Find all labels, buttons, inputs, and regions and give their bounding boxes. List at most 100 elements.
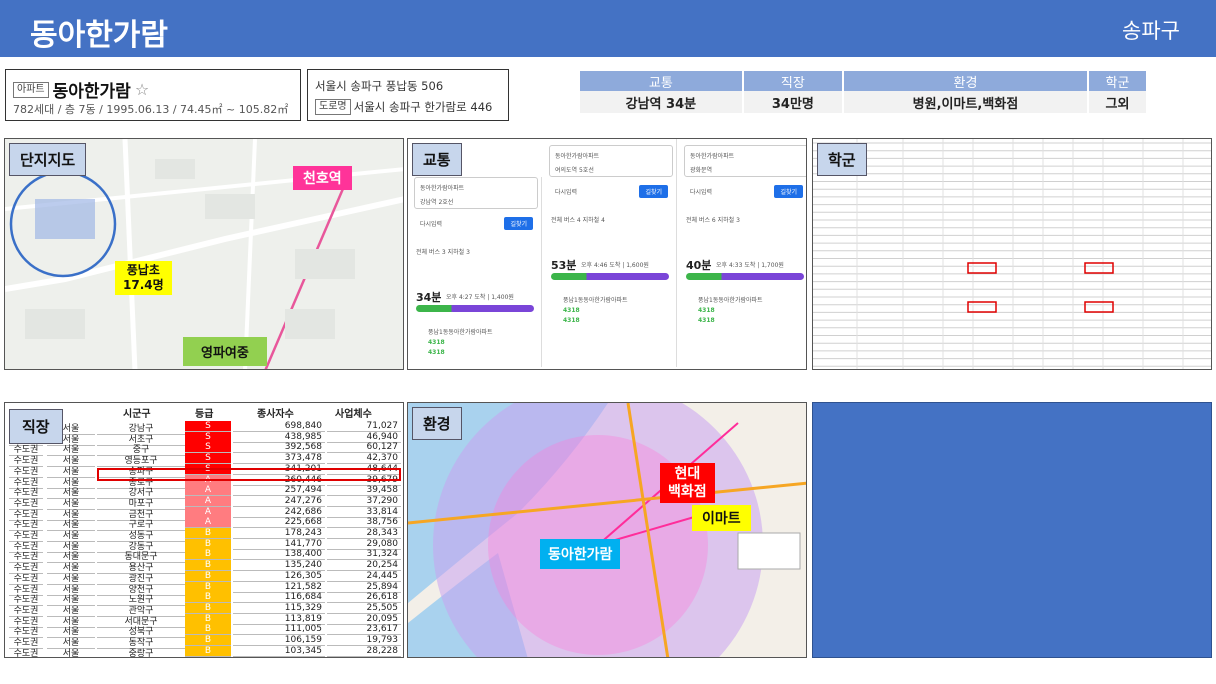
route-card[interactable]: 동아한가람아파트강남역 2호선다시입력 길찾기전체 버스 3 지하철 3 34분 오후… [410,177,542,367]
dept-store-label: 현대 백화점 [660,463,715,503]
blank-panel [812,402,1212,658]
route-to[interactable]: 강남역 2호선 [420,197,453,206]
col-header: 시군구 [123,409,151,420]
search-button[interactable]: 길찾기 [774,185,803,198]
route-time: 34분 [416,291,442,304]
table-cell: 392,568 [233,442,325,454]
complex-map-label: 동아한가람 [540,539,621,569]
complex-name: 동아한가람 [52,82,131,102]
table-row: 수도권 서울 서대문구 B 113,819 20,095 [5,613,403,628]
table-row: 수도권 서울 용산구 B 135,240 20,254 [5,560,403,575]
table-cell: S [185,431,231,443]
route-from[interactable]: 동아한가람아파트 [420,183,464,192]
page-title: 동아한가람 [30,18,168,53]
road-tag: 도로명 [315,99,351,115]
table-row: 수도권 서울 구로구 A 225,668 38,756 [5,517,403,532]
route-to[interactable]: 광화문역 [690,165,712,174]
star-icon[interactable]: ☆ [135,80,149,99]
route-stop: 풍납1동동아한가람아파트 [698,297,763,304]
table-row: 수도권 서울 관악구 B 115,329 25,505 [5,602,403,617]
table-cell: 247,276 [233,496,325,507]
panel-label: 단지지도 [9,143,87,176]
table-cell: B [185,613,231,625]
summary-header: 직장 [742,71,844,91]
table-cell: B [185,602,231,614]
search-button[interactable]: 길찾기 [504,217,533,230]
route-to[interactable]: 여의도역 5호선 [555,165,594,174]
table-row: 수도권 서울 강동구 B 141,770 29,080 [5,538,403,553]
panel-label: 직장 [9,409,63,444]
route-stop: 풍납1동동아한가람아파트 [563,297,628,304]
table-row: 수도권 서울 동대문구 B 138,400 31,324 [5,549,403,564]
summary-value: 병원,이마트,백화점 [842,91,1089,113]
table-row: 수도권서울서초구S438,98546,940 [5,431,403,446]
summary-header: 교통 [580,71,744,91]
route-tabs[interactable]: 전체 버스 6 지하철 3 [686,215,740,224]
reset-link[interactable]: 다시입력 [555,187,577,196]
summary-table: 교통 직장 환경 학군 강남역 34분 34만명 병원,이마트,백화점 그외 [580,71,1149,113]
table-row: 수도권 서울 광진구 B 126,305 24,445 [5,570,403,585]
route-tabs[interactable]: 전체 버스 3 지하철 3 [416,247,470,256]
highlight-box [967,301,997,313]
table-cell: B [185,592,231,604]
env-panel[interactable]: 환경 현대 백화점 이마트 동아한가람 [407,402,807,658]
table-cell: 71,027 [327,421,401,432]
school-panel[interactable]: 학군 [812,138,1212,370]
highlight-box [967,262,997,274]
table-row: 수도권 서울 성북구 B 111,005 23,617 [5,624,403,639]
road-address: 서울시 송파구 한가람로 446 [353,100,493,114]
table-cell: B [185,538,231,550]
transport-panel[interactable]: 동아한가람아파트 강남역 2호선 다시입력 길찾기 전체 버스 3 지하철 3 34분 오후… [407,138,807,370]
table-cell: 20,095 [327,614,401,625]
school-label: 풍납초 17.4명 [115,261,172,295]
table-cell: 138,400 [233,549,325,561]
table-cell: A [185,506,231,518]
table-cell: 42,370 [327,453,401,465]
route-from[interactable]: 동아한가람아파트 [690,151,734,160]
table-cell: 103,345 [233,646,325,657]
bus-number: 4318 [428,339,445,346]
table-cell: 46,940 [327,432,401,443]
search-button[interactable]: 길찾기 [639,185,668,198]
complex-info-box: 아파트 동아한가람 ☆ 782세대 / 층 7동 / 1995.06.13 / … [5,69,301,121]
highlight-box [1084,262,1114,274]
table-row: 수도권 서울 금천구 A 242,686 33,814 [5,506,403,521]
table-cell: 39,458 [327,485,401,497]
route-from[interactable]: 동아한가람아파트 [555,151,599,160]
table-cell: 26,618 [327,592,401,604]
route-card[interactable]: 동아한가람아파트 광화문역 다시입력 길찾기 전체 버스 6 지하철 3 40분 오후 4:… [680,139,806,367]
bus-number: 4318 [563,307,580,314]
panel-label: 학군 [817,143,867,176]
reset-link[interactable]: 다시입력 [420,219,442,228]
jibun-address: 서울시 송파구 풍납동 506 [315,79,444,93]
table-cell: 113,819 [233,614,325,625]
table-cell: S [185,453,231,465]
school-count: 17.4명 [123,278,164,292]
highlight-box [97,468,401,481]
table-cell: A [185,485,231,497]
table-cell: B [185,560,231,572]
route-tabs[interactable]: 전체 버스 4 지하철 4 [551,215,605,224]
table-cell: 141,770 [233,539,325,550]
table-cell: 37,290 [327,496,401,507]
header-bar: 동아한가람 송파구 [0,0,1216,57]
table-cell: 121,582 [233,582,325,593]
route-time: 40분 [686,259,712,272]
route-detail: 오후 4:27 도착 | 1,400원 [446,294,514,301]
col-header: 사업체수 [335,409,372,420]
table-cell: 116,684 [233,592,325,604]
reset-link[interactable]: 다시입력 [690,187,712,196]
work-panel[interactable]: 시군구 등급 종사자수 사업체수 수도권서울강남구S698,84071,027수… [4,402,404,658]
summary-value: 그외 [1087,91,1149,113]
table-cell: 33,814 [327,507,401,518]
map-panel[interactable]: 단지지도 천호역 풍납초 17.4명 영파여중 [4,138,404,370]
route-card[interactable]: 동아한가람아파트 여의도역 5호선 다시입력 길찾기 전체 버스 4 지하철 4 53분 오… [545,139,677,367]
table-row: 수도권 서울 성동구 B 178,243 28,343 [5,528,403,542]
table-row: 수도권 서울 양천구 B 121,582 25,894 [5,581,403,596]
table-cell: B [185,528,231,539]
table-cell: 25,505 [327,603,401,614]
bus-number: 4318 [428,349,445,356]
table-cell: 438,985 [233,432,325,443]
table-cell: S [185,421,231,432]
work-table-header: 시군구 등급 종사자수 사업체수 [5,403,403,420]
